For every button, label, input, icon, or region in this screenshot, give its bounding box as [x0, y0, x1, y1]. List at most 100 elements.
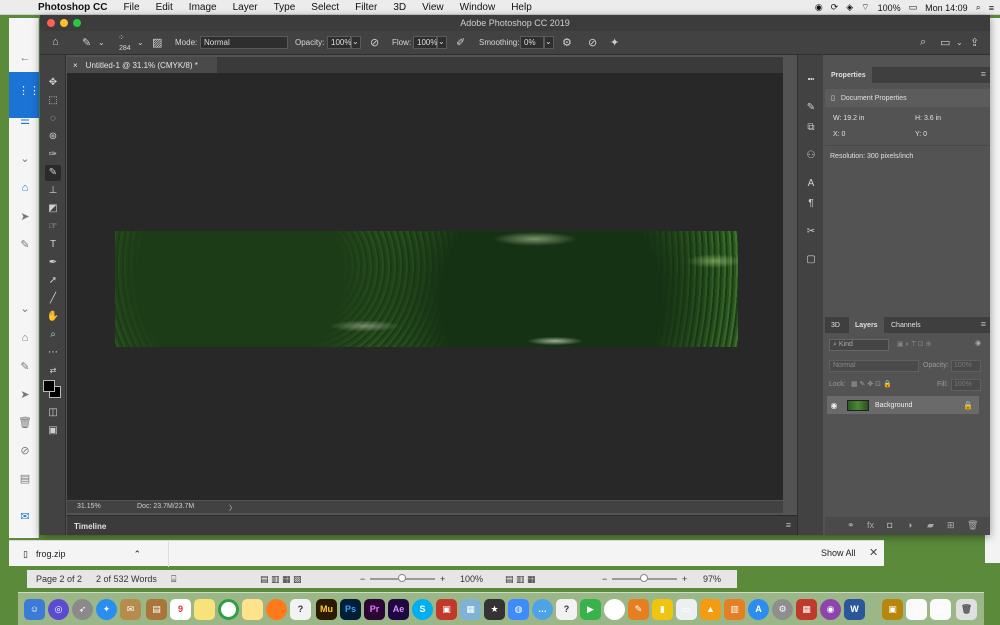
screen-mode-icon[interactable]: ▣	[45, 423, 61, 439]
marquee-tool-icon[interactable]: ⬚	[45, 93, 61, 109]
layer-filter-select[interactable]: ⌕ Kind	[829, 339, 889, 351]
battery-percent[interactable]: 100%	[878, 3, 901, 13]
messages-icon[interactable]: ◍	[508, 599, 529, 620]
gear-icon[interactable]: ⚙	[562, 36, 572, 49]
workspace-icon[interactable]: ▭	[940, 36, 950, 49]
swap-colors-icon[interactable]: ⇄	[45, 363, 61, 379]
flow-input[interactable]: 100%	[413, 36, 437, 49]
word-count[interactable]: 2 of 532 Words	[96, 574, 157, 584]
chevron-down-icon[interactable]: ⌄	[956, 38, 963, 47]
stickies-icon[interactable]	[242, 599, 263, 620]
lock-icons[interactable]: ▦ ✎ ✥ ⊡ 🔒	[851, 380, 892, 388]
line-tool-icon[interactable]: ╱	[45, 291, 61, 307]
opacity-input[interactable]: 100%	[327, 36, 351, 49]
menu-photoshop[interactable]: Photoshop CC	[30, 2, 115, 13]
calendar-icon[interactable]: 9	[170, 599, 191, 620]
menu-view[interactable]: View	[414, 2, 452, 13]
zoom-percent[interactable]: 100%	[460, 574, 483, 584]
send-icon[interactable]: ➤	[18, 388, 32, 401]
block-icon[interactable]: ⊘	[18, 444, 32, 457]
clock[interactable]: Mon 14:09	[925, 3, 968, 13]
panel-menu-icon[interactable]: ≡	[981, 319, 986, 329]
x-field[interactable]: X: 0	[833, 131, 845, 138]
layer-name[interactable]: Background	[875, 402, 912, 409]
stamp-tool-icon[interactable]: ⊥	[45, 183, 61, 199]
menu-layer[interactable]: Layer	[225, 2, 266, 13]
photo-booth-icon[interactable]: ▣	[436, 599, 457, 620]
menu-type[interactable]: Type	[266, 2, 304, 13]
vlc-icon[interactable]: ▲	[700, 599, 721, 620]
photos-icon[interactable]: ✿	[604, 599, 625, 620]
send-icon[interactable]: ➤	[18, 210, 32, 223]
eye-icon[interactable]: ◉	[827, 401, 841, 410]
flow-dropdown[interactable]: ⌄	[437, 36, 447, 49]
numbers-icon[interactable]: ▮	[652, 599, 673, 620]
photoshop-icon[interactable]: Ps	[340, 599, 361, 620]
chevron-up-icon[interactable]: ⌃	[133, 549, 141, 560]
panel-menu-icon[interactable]: ≡	[786, 520, 791, 530]
blend-mode-select[interactable]: Normal	[829, 360, 919, 372]
downloads-icon[interactable]: ▤	[930, 599, 951, 620]
zoom-tool-icon[interactable]: ⌕	[45, 327, 61, 343]
menu-3d[interactable]: 3D	[385, 2, 414, 13]
tab-channels[interactable]: Channels	[885, 317, 927, 333]
timeline-tab[interactable]: Timeline	[74, 522, 106, 531]
creative-cloud-icon[interactable]: ◉	[815, 2, 823, 13]
vpn-icon[interactable]: ◈	[846, 2, 853, 13]
keynote-icon[interactable]: ▭	[676, 599, 697, 620]
quick-mask-icon[interactable]: ◫	[45, 405, 61, 421]
status-menu-arrow[interactable]: 〉	[229, 503, 236, 513]
imovie-icon[interactable]: ★	[484, 599, 505, 620]
mail-icon[interactable]: ✉	[18, 510, 32, 523]
smoothing-input[interactable]: 0%	[520, 36, 544, 49]
menu-select[interactable]: Select	[303, 2, 347, 13]
trash-icon[interactable]: 🗑	[956, 599, 977, 620]
path-select-tool-icon[interactable]: ➚	[45, 273, 61, 289]
character-icon[interactable]: A	[803, 176, 819, 192]
layer-row[interactable]: ◉ Background 🔒	[827, 396, 979, 414]
pencil-icon[interactable]: ✎	[18, 360, 32, 373]
contacts-icon[interactable]: ▤	[146, 599, 167, 620]
skype-icon[interactable]: S	[412, 599, 433, 620]
fx-icon[interactable]: fx	[867, 520, 874, 530]
brush-panel-icon[interactable]: ▨	[152, 36, 162, 49]
history-icon[interactable]: ⑉	[803, 70, 819, 86]
new-layer-icon[interactable]: ⊞	[947, 520, 955, 531]
menu-filter[interactable]: Filter	[347, 2, 385, 13]
media-icon[interactable]: ◉	[820, 599, 841, 620]
siri-icon[interactable]: ◎	[48, 599, 69, 620]
zoom-level[interactable]: 31.15%	[77, 503, 101, 510]
layer-opacity-input[interactable]: 100%	[951, 360, 981, 372]
filter-toggle-icon[interactable]: ◉	[975, 339, 981, 347]
download-item[interactable]: ▯ frog.zip ⌃	[9, 541, 169, 567]
libraries-icon[interactable]: ⚇	[803, 148, 819, 164]
inbox-icon[interactable]: ⌂	[18, 332, 32, 344]
pencil-icon[interactable]: ✎	[18, 238, 32, 251]
zoom-slider[interactable]	[612, 574, 677, 582]
close-button[interactable]	[47, 19, 55, 27]
archive-icon[interactable]: ▤	[18, 472, 32, 485]
link-icon[interactable]: ⚭	[847, 520, 855, 531]
brush-tool-icon[interactable]: ✎	[45, 165, 61, 181]
airbrush-icon[interactable]: ✐	[456, 36, 465, 49]
download-filename[interactable]: frog.zip	[36, 549, 66, 559]
eraser-tool-icon[interactable]: ◩	[45, 201, 61, 217]
zoom-out-icon[interactable]: −	[602, 574, 607, 584]
zoom-slider-knob[interactable]	[640, 574, 648, 582]
share-icon[interactable]: ⇪	[970, 36, 979, 49]
document-file-icon[interactable]: ▯	[906, 599, 927, 620]
adjust-icon[interactable]: ⧉	[803, 120, 819, 136]
document-image[interactable]	[115, 231, 738, 347]
paragraph-icon[interactable]: ¶	[803, 196, 819, 212]
launchpad-icon[interactable]: ➶	[72, 599, 93, 620]
apps-grid-tile[interactable]: ⋮⋮	[9, 72, 40, 118]
canvas-area[interactable]	[67, 73, 783, 500]
mode-select[interactable]: Normal	[200, 36, 288, 49]
facetime-icon[interactable]: ▶	[580, 599, 601, 620]
menu-help[interactable]: Help	[503, 2, 540, 13]
lock-icon[interactable]: 🔒	[963, 401, 973, 410]
opacity-dropdown[interactable]: ⌄	[351, 36, 361, 49]
chrome-icon[interactable]	[218, 599, 239, 620]
zoom-slider-knob[interactable]	[398, 574, 406, 582]
hamburger-icon[interactable]: ☰	[18, 114, 32, 127]
